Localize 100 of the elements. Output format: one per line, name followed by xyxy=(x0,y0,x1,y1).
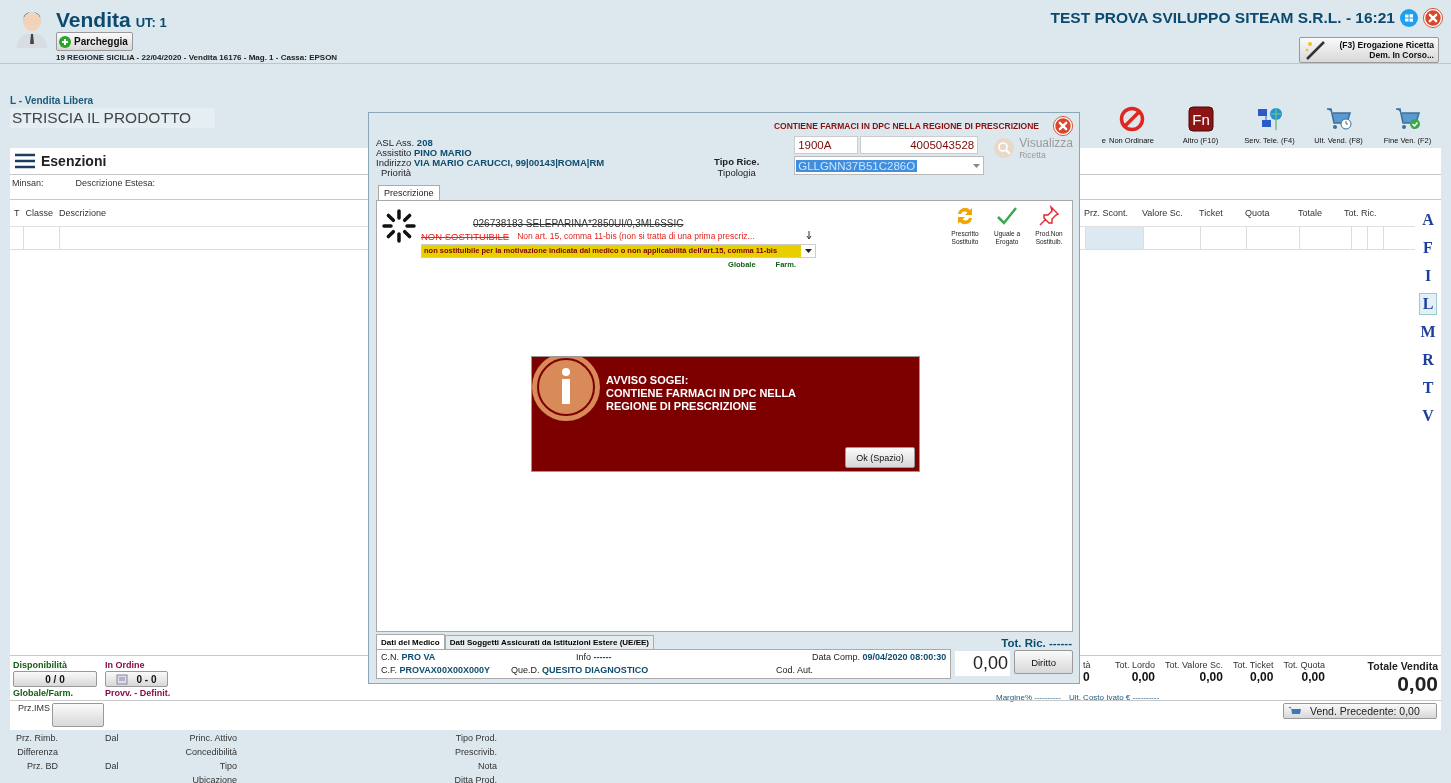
right-button[interactable]: Diritto xyxy=(1014,650,1073,674)
quantity-button[interactable]: 0 - 0 xyxy=(105,671,168,687)
down-arrow-icon xyxy=(806,230,812,240)
field-value: PRO VA xyxy=(401,652,436,662)
field-label: Data Comp. xyxy=(812,652,861,662)
detail-label: Dal xyxy=(105,733,119,743)
index-letter[interactable]: I xyxy=(1419,265,1437,287)
field-label: Cod. Aut. xyxy=(776,665,814,675)
column-header: Classe xyxy=(25,208,53,218)
column-header: Quota xyxy=(1245,208,1271,218)
field-label: C.F. xyxy=(381,665,397,675)
number-field[interactable]: 4005043528 xyxy=(860,136,979,154)
park-button[interactable]: Parcheggia xyxy=(56,32,133,51)
column-header: Prz. Scont. xyxy=(1084,208,1129,218)
close-icon[interactable] xyxy=(1423,8,1443,28)
margin-text: Margine% ---------- xyxy=(996,693,1061,702)
field-label: ASL Ass. xyxy=(376,137,415,148)
index-letter[interactable]: V xyxy=(1419,405,1437,427)
user-label: UT: 1 xyxy=(135,15,167,30)
cart-icon xyxy=(1288,705,1302,717)
substitution-status: NON SOSTITUIBILE xyxy=(421,230,510,242)
total-value: 0,00 xyxy=(1250,670,1274,684)
field-value: 09/04/2020 08:00:30 xyxy=(862,652,947,662)
field-label: C.N. xyxy=(381,652,399,662)
document-icon xyxy=(116,673,129,685)
message-text: CONTIENE FARMACI IN DPC NELLA xyxy=(606,387,797,400)
field-label: Tipologia xyxy=(717,167,756,178)
prohibited-icon xyxy=(1118,106,1145,132)
detail-label: Nota xyxy=(478,761,497,771)
message-text: REGIONE DI PRESCRIZIONE xyxy=(606,400,758,413)
detail-label: Dal xyxy=(105,761,119,771)
field-label: Priorità xyxy=(381,167,412,178)
group-label: Disponibilità xyxy=(13,660,68,670)
detail-label: Prz. Rimb. xyxy=(16,733,58,743)
windows-icon[interactable] xyxy=(1400,9,1418,27)
ok-button[interactable]: Ok (Spazio) xyxy=(845,447,915,468)
caret-icon xyxy=(973,163,981,168)
field-value: 208 xyxy=(416,137,433,148)
dispense-prescription-button[interactable]: (F3) Erogazione Ricetta Dem. In Corso... xyxy=(1299,37,1439,63)
field-label: Info xyxy=(576,652,591,662)
detail-label: Ubicazione xyxy=(192,775,237,783)
caret-icon xyxy=(804,248,812,253)
total-value: 0 xyxy=(1083,670,1090,684)
margin-text: Ult. Costo Ivato € ---------- xyxy=(1068,693,1160,702)
total-value: 0,00 xyxy=(1199,670,1223,684)
total-value: 0,00 xyxy=(1131,670,1156,684)
tab[interactable]: Dati del Medico xyxy=(376,634,445,649)
sale-mode: L - Vendita Libera xyxy=(10,95,95,106)
menu-icon[interactable] xyxy=(15,153,35,169)
tab[interactable]: Prescrizione xyxy=(378,184,440,200)
total-label: Tot. Ticket xyxy=(1232,660,1274,670)
field-label: Indirizzo xyxy=(376,157,412,168)
group-caption: Provv. - Definit. xyxy=(105,688,171,698)
loading-spinner-icon xyxy=(381,207,417,244)
field-value: VIA MARIO CARUCCI, 99|00143|ROMA|RM xyxy=(414,157,605,168)
detail-label: Ditta Prod. xyxy=(454,775,497,783)
tab[interactable]: Dati Soggetti Assicurati da Istituzioni Estere (UE/EE) xyxy=(444,635,654,649)
page-title: Vendita xyxy=(56,8,131,32)
detail-label: Princ. Attivo xyxy=(189,733,237,743)
detail-label: Prz. BD xyxy=(27,761,58,771)
company-title: TEST PROVA SVILUPPO SITEAM S.R.L. - 16:21 xyxy=(1050,9,1395,27)
plus-icon xyxy=(59,35,71,48)
column-header: Descrizione xyxy=(59,208,107,218)
total-label: tà xyxy=(1083,660,1091,670)
field-value: QUESITO DIAGNOSTICO xyxy=(542,665,649,675)
code-field[interactable]: 1900A xyxy=(794,136,859,154)
total-prescription-label: Tot. Ric. ------ xyxy=(1001,637,1072,649)
index-letter[interactable]: L xyxy=(1419,293,1437,315)
detail-label: Tipo Prod. xyxy=(455,733,497,743)
detail-label: Concedibilità xyxy=(185,747,237,757)
index-letter[interactable]: A xyxy=(1419,209,1437,231)
field-value: ------ xyxy=(593,652,612,662)
previous-sale-button[interactable]: Vend. Precedente: 0,00 xyxy=(1283,703,1437,719)
field-label: Descrizione Estesa: xyxy=(75,178,156,190)
sale-info: 19 REGIONE SICILIA - 22/04/2020 - Vendita 16176 - Mag. 1 - Cassa: EPSON xyxy=(56,53,338,62)
ims-price-button[interactable] xyxy=(52,703,104,727)
column-header: T xyxy=(14,208,20,218)
dpc-alert-text: CONTIENE FARMACI IN DPC NELLA REGIONE DI PRESCRIZIONE xyxy=(773,121,1039,131)
message-text: AVVISO SOGEI: xyxy=(606,374,690,387)
column-header: Totale xyxy=(1298,208,1324,218)
group-label: In Ordine xyxy=(105,660,146,670)
column-header: Tot. Ric. xyxy=(1344,208,1378,218)
total-label: Tot. Valore Sc. xyxy=(1165,660,1223,670)
close-icon[interactable] xyxy=(1053,116,1073,136)
total-value: 0,00 xyxy=(1301,670,1325,684)
field-label: Tipo Rice. xyxy=(714,156,760,167)
field-value: PROVAX00X00X000Y xyxy=(399,665,490,675)
magic-wand-icon xyxy=(1304,39,1328,61)
pushpin-icon xyxy=(1038,204,1060,227)
detail-label: Differenza xyxy=(17,747,58,757)
column-header: Ticket xyxy=(1199,208,1224,218)
group-caption: Globale/Farm. xyxy=(13,688,75,698)
index-letter[interactable]: T xyxy=(1419,377,1437,399)
index-letter[interactable]: M xyxy=(1419,321,1437,343)
cart-check-icon xyxy=(1393,106,1422,132)
detail-label: Tipo xyxy=(219,761,237,771)
index-letter[interactable]: F xyxy=(1419,237,1437,259)
total-label: Tot. Quota xyxy=(1283,660,1325,670)
index-letter[interactable]: R xyxy=(1419,349,1437,371)
quantity-button[interactable]: 0 / 0 xyxy=(13,671,97,687)
